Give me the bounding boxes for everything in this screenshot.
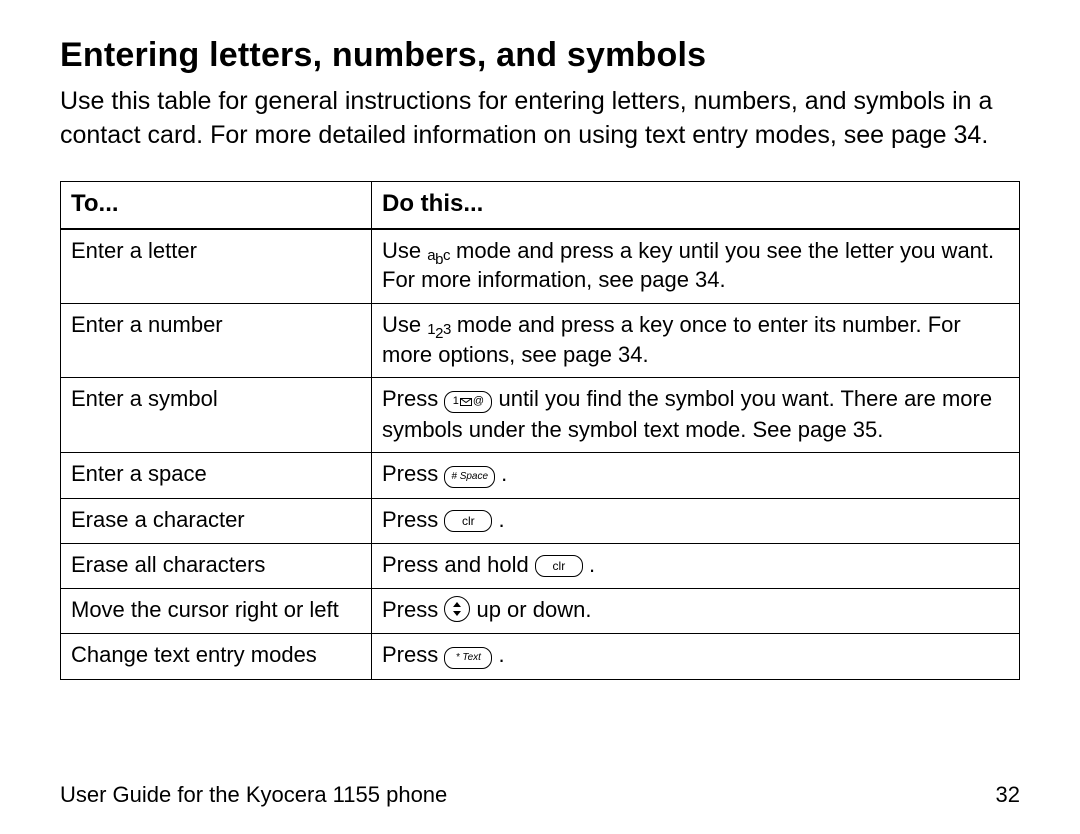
to-cell: Erase a character bbox=[61, 499, 372, 544]
table-row: Enter a space Press # Space . bbox=[61, 453, 1020, 499]
table-row: Erase all characters Press and hold clr … bbox=[61, 544, 1020, 589]
to-cell: Enter a symbol bbox=[61, 378, 372, 453]
to-cell: Move the cursor right or left bbox=[61, 588, 372, 633]
do-cell: Use abc mode and press a key until you s… bbox=[372, 229, 1020, 304]
table-header-row: To... Do this... bbox=[61, 181, 1020, 229]
table-row: Move the cursor right or left Press up o… bbox=[61, 588, 1020, 633]
page-footer: User Guide for the Kyocera 1155 phone 32 bbox=[60, 782, 1020, 808]
intro-paragraph: Use this table for general instructions … bbox=[60, 85, 1020, 153]
to-cell: Enter a number bbox=[61, 303, 372, 377]
col-header-do: Do this... bbox=[372, 181, 1020, 229]
table-row: Enter a number Use 123 mode and press a … bbox=[61, 303, 1020, 377]
do-cell: Press up or down. bbox=[372, 588, 1020, 633]
envelope-icon bbox=[460, 398, 472, 406]
do-cell: Press 1@ until you find the symbol you w… bbox=[372, 378, 1020, 453]
abc-mode-icon: abc bbox=[427, 248, 450, 265]
to-cell: Change text entry modes bbox=[61, 633, 372, 679]
123-mode-icon: 123 bbox=[427, 322, 451, 339]
col-header-to: To... bbox=[61, 181, 372, 229]
to-cell: Enter a letter bbox=[61, 229, 372, 304]
table-row: Erase a character Press clr . bbox=[61, 499, 1020, 544]
one-key-icon: 1@ bbox=[444, 391, 492, 413]
page-number: 32 bbox=[996, 782, 1020, 808]
page-content: Entering letters, numbers, and symbols U… bbox=[0, 0, 1080, 834]
table-row: Change text entry modes Press * Text . bbox=[61, 633, 1020, 679]
clr-key-icon: clr bbox=[444, 510, 492, 532]
text-key-icon: * Text bbox=[444, 647, 492, 669]
table-row: Enter a letter Use abc mode and press a … bbox=[61, 229, 1020, 304]
to-cell: Enter a space bbox=[61, 453, 372, 499]
instruction-table: To... Do this... Enter a letter Use abc … bbox=[60, 181, 1020, 680]
clr-key-icon: clr bbox=[535, 555, 583, 577]
do-cell: Press clr . bbox=[372, 499, 1020, 544]
nav-key-icon bbox=[444, 596, 470, 622]
do-cell: Use 123 mode and press a key once to ent… bbox=[372, 303, 1020, 377]
space-key-icon: # Space bbox=[444, 466, 495, 488]
table-row: Enter a symbol Press 1@ until you find t… bbox=[61, 378, 1020, 453]
to-cell: Erase all characters bbox=[61, 544, 372, 589]
do-cell: Press # Space . bbox=[372, 453, 1020, 499]
do-cell: Press and hold clr . bbox=[372, 544, 1020, 589]
up-down-arrow-icon bbox=[452, 602, 462, 616]
do-cell: Press * Text . bbox=[372, 633, 1020, 679]
footer-title: User Guide for the Kyocera 1155 phone bbox=[60, 782, 447, 808]
page-title: Entering letters, numbers, and symbols bbox=[60, 36, 1020, 75]
